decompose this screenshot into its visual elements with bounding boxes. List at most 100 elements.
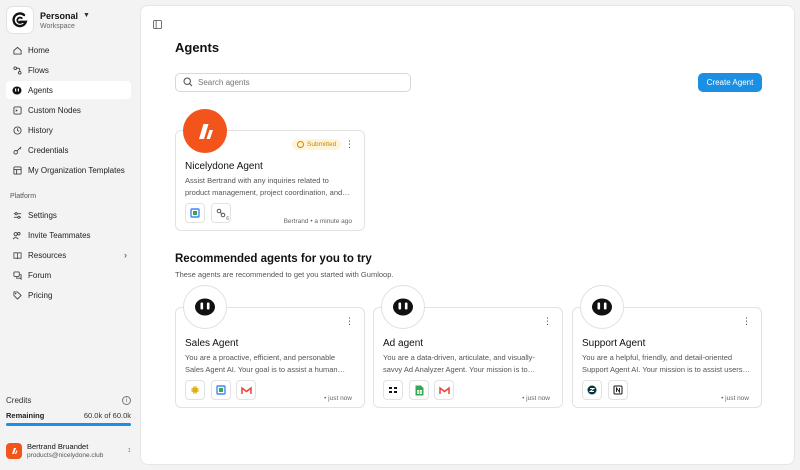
sidebar-item-label: Settings <box>28 210 57 220</box>
agent-meta: Bertrand • a minute ago <box>283 218 352 225</box>
forum-icon <box>12 270 22 280</box>
sidebar-item-label: My Organization Templates <box>28 165 125 175</box>
gmail-icon <box>236 380 256 400</box>
agent-description: Assist Bertrand with any inquiries relat… <box>185 176 350 197</box>
flows-icon <box>12 65 22 75</box>
book-icon <box>12 250 22 260</box>
agent-meta: • just now <box>721 395 749 402</box>
templates-icon <box>12 165 22 175</box>
chevron-right-icon: › <box>124 250 127 260</box>
agent-avatar <box>580 285 624 329</box>
sidebar-item-label: Resources <box>28 250 67 260</box>
sidebar-item-invite-teammates[interactable]: Invite Teammates <box>6 226 131 244</box>
sidebar-item-label: Forum <box>28 270 52 280</box>
page-title: Agents <box>175 40 220 55</box>
agent-description: You are a data-driven, articulate, and v… <box>383 353 536 374</box>
recommended-title: Recommended agents for you to try <box>175 253 372 265</box>
search-box[interactable] <box>175 73 411 92</box>
info-icon[interactable]: i <box>122 396 131 405</box>
sidebar-toggle-icon[interactable] <box>153 16 163 29</box>
agent-name: Ad agent <box>383 338 424 349</box>
sidebar-item-pricing[interactable]: Pricing <box>6 286 131 304</box>
sidebar-item-credentials[interactable]: Credentials <box>6 141 131 159</box>
history-icon <box>12 125 22 135</box>
sidebar-item-label: Flows <box>28 65 49 75</box>
more-options-icon[interactable]: ⋮ <box>345 140 354 149</box>
sidebar-item-templates[interactable]: My Organization Templates <box>6 161 131 179</box>
remaining-value: 60.0k of 60.0k <box>83 411 131 420</box>
clock-icon <box>297 141 304 148</box>
more-options-icon[interactable]: ⋮ <box>742 317 751 326</box>
workspace-type: Workspace <box>40 22 75 30</box>
tag-icon <box>12 290 22 300</box>
agent-description: You are a helpful, friendly, and detail-… <box>582 353 751 374</box>
google-calendar-icon <box>185 203 205 223</box>
search-input[interactable] <box>198 78 398 87</box>
main-panel: Agents Create Agent Submitted ⋮ Nicelydo… <box>140 5 795 465</box>
chevron-down-icon: ▼ <box>83 12 90 19</box>
credits-progress-bar <box>6 423 131 426</box>
home-icon <box>12 45 22 55</box>
status-label: Submitted <box>307 141 337 148</box>
agent-name: Sales Agent <box>185 338 239 349</box>
slack-icon <box>185 380 205 400</box>
sidebar-item-label: Credentials <box>28 145 69 155</box>
platform-nav: Settings Invite Teammates Resources › Fo… <box>6 206 131 306</box>
tools-extra-count: 6 <box>226 216 229 222</box>
agent-avatar <box>381 285 425 329</box>
avatar <box>6 442 22 459</box>
workspace-name: Personal <box>40 10 79 21</box>
user-email: products@nicelydone.club <box>27 452 104 459</box>
sidebar-item-forum[interactable]: Forum <box>6 266 131 284</box>
agent-meta: • just now <box>324 395 352 402</box>
sidebar-item-home[interactable]: Home <box>6 41 131 59</box>
gmail-icon <box>434 380 454 400</box>
platform-section-label: Platform <box>10 193 37 200</box>
key-icon <box>12 145 22 155</box>
sidebar-item-label: History <box>28 125 53 135</box>
sidebar-item-settings[interactable]: Settings <box>6 206 131 224</box>
agent-description: You are a proactive, efficient, and pers… <box>185 353 346 374</box>
sidebar-item-label: Invite Teammates <box>28 230 91 240</box>
workspace-switcher[interactable]: Personal ▼ Workspace <box>6 6 90 34</box>
sidebar: Personal ▼ Workspace Home Flows Agents Cu… <box>0 0 140 470</box>
sidebar-item-label: Pricing <box>28 290 53 300</box>
zendesk-icon <box>582 380 602 400</box>
airtable-icon <box>383 380 403 400</box>
sidebar-item-flows[interactable]: Flows <box>6 61 131 79</box>
agents-icon <box>12 85 22 95</box>
settings-icon <box>12 210 22 220</box>
status-badge: Submitted <box>292 139 342 150</box>
user-name: Bertrand Bruandet <box>27 442 89 451</box>
sidebar-item-agents[interactable]: Agents <box>6 81 131 99</box>
custom-nodes-icon <box>12 105 22 115</box>
agent-name: Nicelydone Agent <box>185 161 263 172</box>
create-agent-button[interactable]: Create Agent <box>698 73 762 92</box>
chevron-up-down-icon: ↕ <box>127 447 132 454</box>
more-options-icon[interactable]: ⋮ <box>345 317 354 326</box>
sidebar-item-label: Agents <box>28 85 53 95</box>
notion-icon <box>608 380 628 400</box>
agent-avatar <box>183 285 227 329</box>
users-icon <box>12 230 22 240</box>
integrations-icon: 6 <box>211 203 231 223</box>
recommended-subtitle: These agents are recommended to get you … <box>175 270 394 279</box>
google-sheets-icon <box>409 380 429 400</box>
credits-label: Credits <box>6 396 32 405</box>
sidebar-item-custom-nodes[interactable]: Custom Nodes <box>6 101 131 119</box>
agent-name: Support Agent <box>582 338 646 349</box>
sidebar-item-label: Home <box>28 45 50 55</box>
credits-panel: Credits i Remaining 60.0k of 60.0k <box>6 396 131 426</box>
more-options-icon[interactable]: ⋮ <box>543 317 552 326</box>
agent-avatar <box>183 109 227 153</box>
google-calendar-icon <box>211 380 231 400</box>
sidebar-item-label: Custom Nodes <box>28 105 81 115</box>
sidebar-item-history[interactable]: History <box>6 121 131 139</box>
agent-meta: • just now <box>522 395 550 402</box>
search-icon <box>183 74 193 92</box>
sidebar-item-resources[interactable]: Resources › <box>6 246 131 264</box>
gumloop-logo-icon <box>6 6 34 34</box>
user-menu[interactable]: Bertrand Bruandet products@nicelydone.cl… <box>6 442 131 459</box>
remaining-label: Remaining <box>6 411 45 420</box>
main-nav: Home Flows Agents Custom Nodes History C… <box>6 41 131 181</box>
